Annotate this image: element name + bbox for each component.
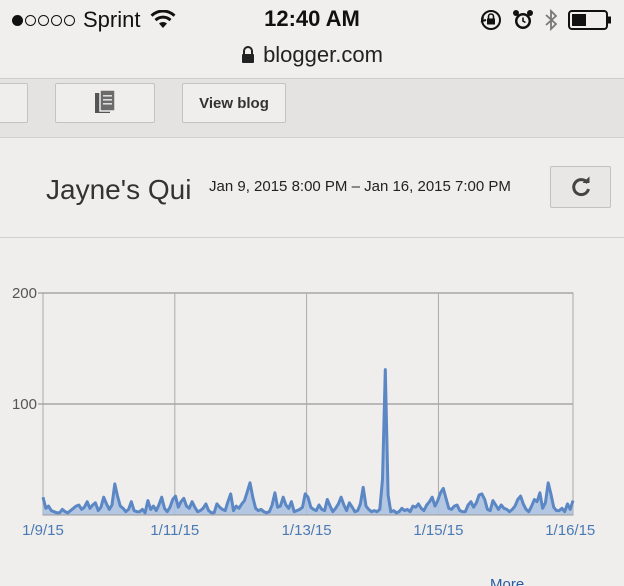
status-bar: Sprint 12:40 AM bbox=[0, 0, 624, 40]
refresh-button[interactable] bbox=[550, 166, 611, 208]
refresh-icon bbox=[571, 176, 590, 197]
blogger-toolbar: View blog bbox=[0, 78, 624, 138]
stats-header: Jayne's Quilting Room Jan 9, 2015 8:00 P… bbox=[0, 140, 624, 238]
posts-button[interactable] bbox=[55, 83, 155, 123]
y-tick-label: 200 bbox=[12, 285, 37, 302]
posts-icon bbox=[95, 89, 116, 113]
toolbar-left-button[interactable] bbox=[0, 83, 28, 123]
blog-title: Jayne's Quilting Room bbox=[46, 174, 192, 205]
x-tick-label: 1/11/15 bbox=[150, 522, 199, 539]
date-range[interactable]: Jan 9, 2015 8:00 PM – Jan 16, 2015 7:00 … bbox=[209, 178, 511, 195]
lock-icon bbox=[242, 46, 255, 63]
url-text: blogger.com bbox=[263, 42, 383, 67]
bluetooth-icon bbox=[545, 8, 558, 32]
address-bar[interactable]: blogger.com bbox=[0, 40, 624, 76]
orientation-lock-icon bbox=[480, 10, 501, 30]
pageviews-chart: 200 100 1/9/15 1/11/15 1/13/15 1/15/15 1/16/15… bbox=[0, 240, 624, 586]
x-tick-label: 1/9/15 bbox=[22, 522, 64, 539]
y-tick-label: 100 bbox=[12, 396, 37, 413]
view-blog-button[interactable]: View blog bbox=[182, 83, 286, 123]
battery-icon bbox=[568, 10, 611, 30]
x-tick-label: 1/16/15 bbox=[545, 522, 595, 539]
more-link[interactable]: More bbox=[490, 576, 524, 586]
alarm-icon bbox=[513, 10, 533, 29]
x-tick-label: 1/15/15 bbox=[413, 522, 463, 539]
x-tick-label: 1/13/15 bbox=[282, 522, 332, 539]
pageviews-chart-svg: 200 100 1/9/15 1/11/15 1/13/15 1/15/15 1/16/15 bbox=[12, 285, 595, 539]
